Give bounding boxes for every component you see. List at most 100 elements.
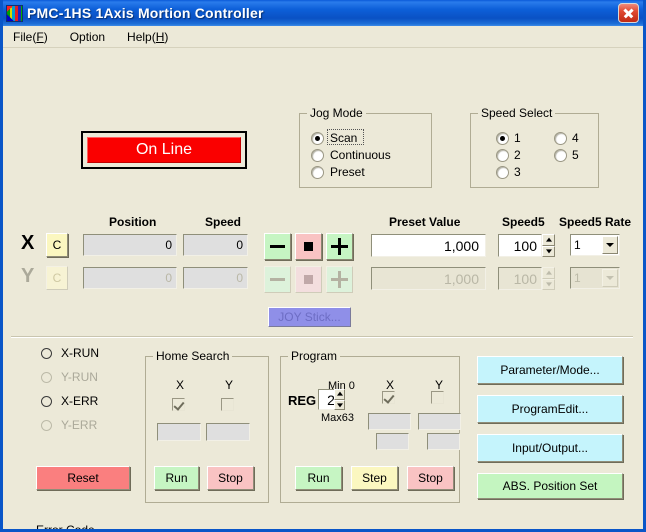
- indicator-label-x-run: X-RUN: [61, 346, 99, 360]
- speed5-rate-value-x: 1: [574, 238, 581, 252]
- speed5-field-x[interactable]: 100: [498, 234, 542, 257]
- online-status-frame: On Line: [81, 131, 247, 169]
- position-field-x[interactable]: 0: [83, 234, 177, 256]
- section-divider: [11, 336, 633, 338]
- home-search-y-field[interactable]: [206, 423, 250, 441]
- radio-speed-1[interactable]: [496, 132, 509, 145]
- program-x-field-1[interactable]: [368, 413, 411, 430]
- led-x-run: [41, 348, 52, 359]
- home-search-y-label: Y: [225, 378, 234, 392]
- home-search-y-checkbox[interactable]: [221, 398, 234, 411]
- program-reg-stepper-up[interactable]: [334, 389, 345, 400]
- client-area: On Line Jog Mode Scan Continuous Preset …: [3, 48, 643, 529]
- program-run-button[interactable]: Run: [295, 466, 342, 490]
- minus-icon: [270, 245, 285, 248]
- menu-help-pre: Help(: [127, 29, 156, 44]
- jog-stop-button-y: [295, 266, 322, 293]
- jog-stop-button-x[interactable]: [295, 233, 322, 260]
- home-search-stop-button[interactable]: Stop: [207, 466, 254, 490]
- speed5-stepper-down-x[interactable]: [542, 245, 555, 257]
- axis-label-x: X: [21, 232, 35, 254]
- menu-file-pre: File(: [13, 29, 37, 44]
- indicator-label-y-run: Y-RUN: [61, 370, 98, 384]
- program-max-label: Max63: [321, 412, 355, 424]
- program-y-field-2[interactable]: [427, 433, 460, 450]
- speed-option-2: 2: [514, 148, 521, 162]
- position-field-y: 0: [83, 267, 177, 289]
- jog-minus-button-x[interactable]: [264, 233, 291, 260]
- clear-button-x[interactable]: C: [46, 233, 68, 257]
- speed-field-y: 0: [183, 267, 248, 289]
- home-search-x-checkbox[interactable]: [172, 398, 185, 411]
- plus-icon: [331, 271, 348, 288]
- axis-label-y: Y: [21, 265, 35, 287]
- speed5-stepper-x[interactable]: [542, 234, 555, 257]
- menu-item-option[interactable]: Option: [68, 28, 116, 46]
- radio-speed-3[interactable]: [496, 166, 509, 179]
- jog-mode-title: Jog Mode: [307, 106, 366, 120]
- close-icon[interactable]: [618, 3, 639, 23]
- parameter-mode-button[interactable]: Parameter/Mode...: [477, 356, 623, 384]
- radio-jog-continuous[interactable]: [311, 149, 324, 162]
- radio-jog-scan[interactable]: [311, 132, 324, 145]
- speed5-rate-value-y: 1: [574, 271, 581, 285]
- app-icon: [6, 4, 23, 22]
- speed5-rate-select-y: 1: [570, 267, 620, 289]
- reset-button[interactable]: Reset: [36, 466, 130, 490]
- jog-plus-button-x[interactable]: [326, 233, 353, 260]
- home-search-x-field[interactable]: [157, 423, 201, 441]
- program-x-field-2[interactable]: [376, 433, 409, 450]
- home-search-title: Home Search: [153, 349, 233, 363]
- speed5-stepper-up-x[interactable]: [542, 234, 555, 246]
- joystick-button: JOY Stick...: [268, 307, 351, 327]
- led-x-err: [41, 396, 52, 407]
- program-title: Program: [288, 349, 341, 363]
- speed5-rate-select-x[interactable]: 1: [570, 234, 620, 256]
- program-y-label: Y: [435, 378, 444, 392]
- preset-value-field-y: 1,000: [371, 267, 486, 290]
- program-y-field-1[interactable]: [418, 413, 461, 430]
- jog-plus-button-y: [326, 266, 353, 293]
- menu-file-post: ): [43, 29, 48, 44]
- window-title: PMC-1HS 1Axis Mortion Controller: [27, 5, 264, 21]
- radio-speed-4[interactable]: [554, 132, 567, 145]
- app-window: PMC-1HS 1Axis Mortion Controller File(F)…: [0, 0, 646, 532]
- speed-select-group: Speed Select: [470, 106, 599, 188]
- led-y-run: [41, 372, 52, 383]
- menu-help-post: ): [164, 29, 169, 44]
- menu-item-help[interactable]: Help(H): [125, 28, 179, 46]
- program-reg-stepper[interactable]: [334, 389, 345, 410]
- speed5-field-y: 100: [498, 267, 542, 290]
- program-x-label: X: [386, 378, 395, 392]
- stop-square-icon: [304, 242, 313, 251]
- program-stop-button[interactable]: Stop: [407, 466, 454, 490]
- speed5-stepper-y: [542, 267, 555, 290]
- header-preset-value: Preset Value: [389, 215, 461, 229]
- radio-speed-5[interactable]: [554, 149, 567, 162]
- jog-mode-option-preset: Preset: [330, 165, 365, 179]
- speed-select-title: Speed Select: [478, 106, 556, 120]
- menu-item-file[interactable]: File(F): [11, 28, 59, 46]
- abs-position-set-button[interactable]: ABS. Position Set: [477, 473, 623, 499]
- input-output-button[interactable]: Input/Output...: [477, 434, 623, 462]
- program-y-checkbox[interactable]: [431, 391, 444, 404]
- speed-field-x[interactable]: 0: [183, 234, 248, 256]
- chevron-down-icon[interactable]: [602, 236, 618, 254]
- speed-option-4: 4: [572, 131, 579, 145]
- home-search-run-button[interactable]: Run: [154, 466, 199, 490]
- menu-file-mnemonic: F: [36, 29, 44, 44]
- title-bar: PMC-1HS 1Axis Mortion Controller: [3, 0, 643, 26]
- program-x-checkbox[interactable]: [382, 391, 395, 404]
- indicator-label-y-err: Y-ERR: [61, 418, 98, 432]
- program-edit-button[interactable]: ProgramEdit...: [477, 395, 623, 423]
- program-step-button[interactable]: Step: [351, 466, 398, 490]
- radio-speed-2[interactable]: [496, 149, 509, 162]
- header-speed5: Speed5: [502, 215, 545, 229]
- preset-value-field-x[interactable]: 1,000: [371, 234, 486, 257]
- chevron-down-icon: [602, 269, 618, 287]
- speed-option-5: 5: [572, 148, 579, 162]
- clear-button-y: C: [46, 266, 68, 290]
- header-position: Position: [109, 215, 157, 229]
- radio-jog-preset[interactable]: [311, 166, 324, 179]
- program-reg-stepper-down[interactable]: [334, 399, 345, 410]
